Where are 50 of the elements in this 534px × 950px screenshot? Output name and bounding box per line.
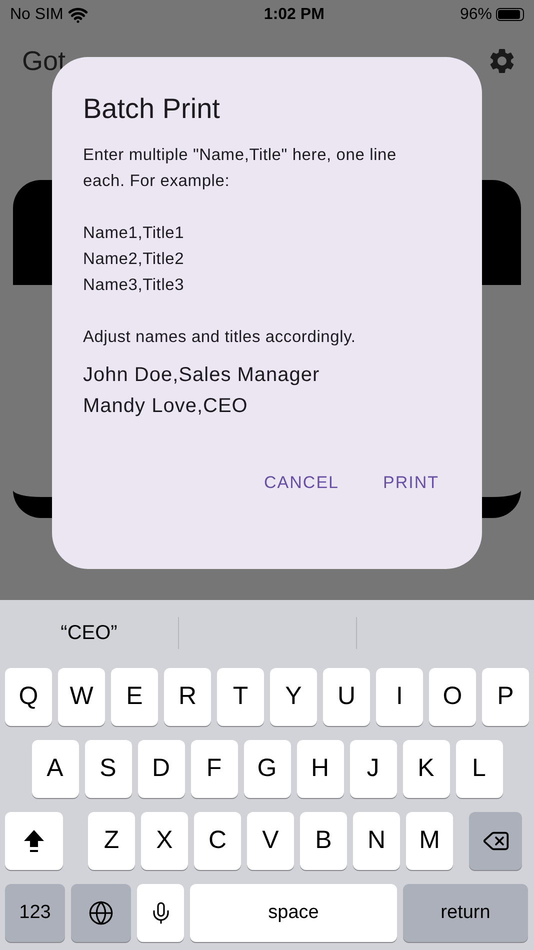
letter-key[interactable]: T bbox=[217, 668, 264, 726]
space-key[interactable]: space bbox=[190, 884, 397, 942]
letter-key[interactable]: I bbox=[376, 668, 423, 726]
example-line: Name3,Title3 bbox=[83, 275, 186, 296]
letter-key[interactable]: F bbox=[190, 740, 238, 798]
instruction-text: Enter multiple "Name,Title" here, one line each. For example: bbox=[83, 145, 398, 192]
return-key[interactable]: return bbox=[403, 884, 528, 942]
numbers-key[interactable]: 123 bbox=[5, 884, 65, 942]
note-text: Adjust names and titles accordingly. bbox=[83, 327, 357, 348]
letter-key[interactable]: W bbox=[58, 668, 105, 726]
letter-key[interactable]: D bbox=[138, 740, 184, 798]
example-line: Name2,Title2 bbox=[83, 249, 186, 270]
letter-key[interactable]: R bbox=[164, 668, 211, 726]
names-input-field[interactable]: John Doe,Sales Manager Mandy Love,CEO bbox=[83, 360, 451, 422]
globe-key[interactable] bbox=[71, 884, 131, 942]
letter-key[interactable]: E bbox=[111, 668, 158, 726]
letter-key[interactable]: U bbox=[323, 668, 370, 726]
dictation-key[interactable] bbox=[137, 884, 184, 942]
battery-icon bbox=[496, 8, 524, 21]
letter-key[interactable]: C bbox=[194, 812, 241, 870]
shift-key[interactable] bbox=[5, 812, 63, 870]
shift-icon bbox=[23, 829, 45, 853]
carrier-text: No SIM bbox=[10, 4, 64, 24]
letter-key[interactable]: A bbox=[32, 740, 78, 798]
letter-key[interactable]: V bbox=[247, 812, 294, 870]
battery-text: 96% bbox=[460, 4, 492, 24]
letter-key[interactable]: L bbox=[456, 740, 502, 798]
letter-key[interactable]: J bbox=[350, 740, 396, 798]
letter-key[interactable]: Z bbox=[88, 812, 135, 870]
letter-key[interactable]: Q bbox=[5, 668, 52, 726]
app-title: Got bbox=[22, 44, 66, 78]
delete-key[interactable] bbox=[469, 812, 522, 870]
dialog-title: Batch Print bbox=[83, 92, 221, 126]
letter-key[interactable]: S bbox=[84, 740, 132, 798]
letter-key[interactable]: N bbox=[353, 812, 400, 870]
clock-text: 1:02 PM bbox=[264, 4, 324, 24]
example-line: Name1,Title1 bbox=[83, 223, 186, 244]
suggestion-item[interactable]: “CEO” bbox=[60, 618, 118, 648]
letter-key[interactable]: P bbox=[482, 668, 529, 726]
dialog-button[interactable]: CANCEL bbox=[252, 462, 351, 504]
letter-key[interactable]: M bbox=[406, 812, 453, 870]
letter-key[interactable]: G bbox=[244, 740, 290, 798]
letter-key[interactable]: O bbox=[429, 668, 476, 726]
letter-key[interactable]: Y bbox=[270, 668, 317, 726]
letter-key[interactable]: B bbox=[300, 812, 347, 870]
letter-key[interactable]: K bbox=[402, 740, 450, 798]
globe-icon bbox=[88, 900, 114, 926]
letter-key[interactable]: H bbox=[296, 740, 344, 798]
letter-key[interactable]: X bbox=[141, 812, 188, 870]
dialog-button[interactable]: PRINT bbox=[371, 462, 451, 504]
